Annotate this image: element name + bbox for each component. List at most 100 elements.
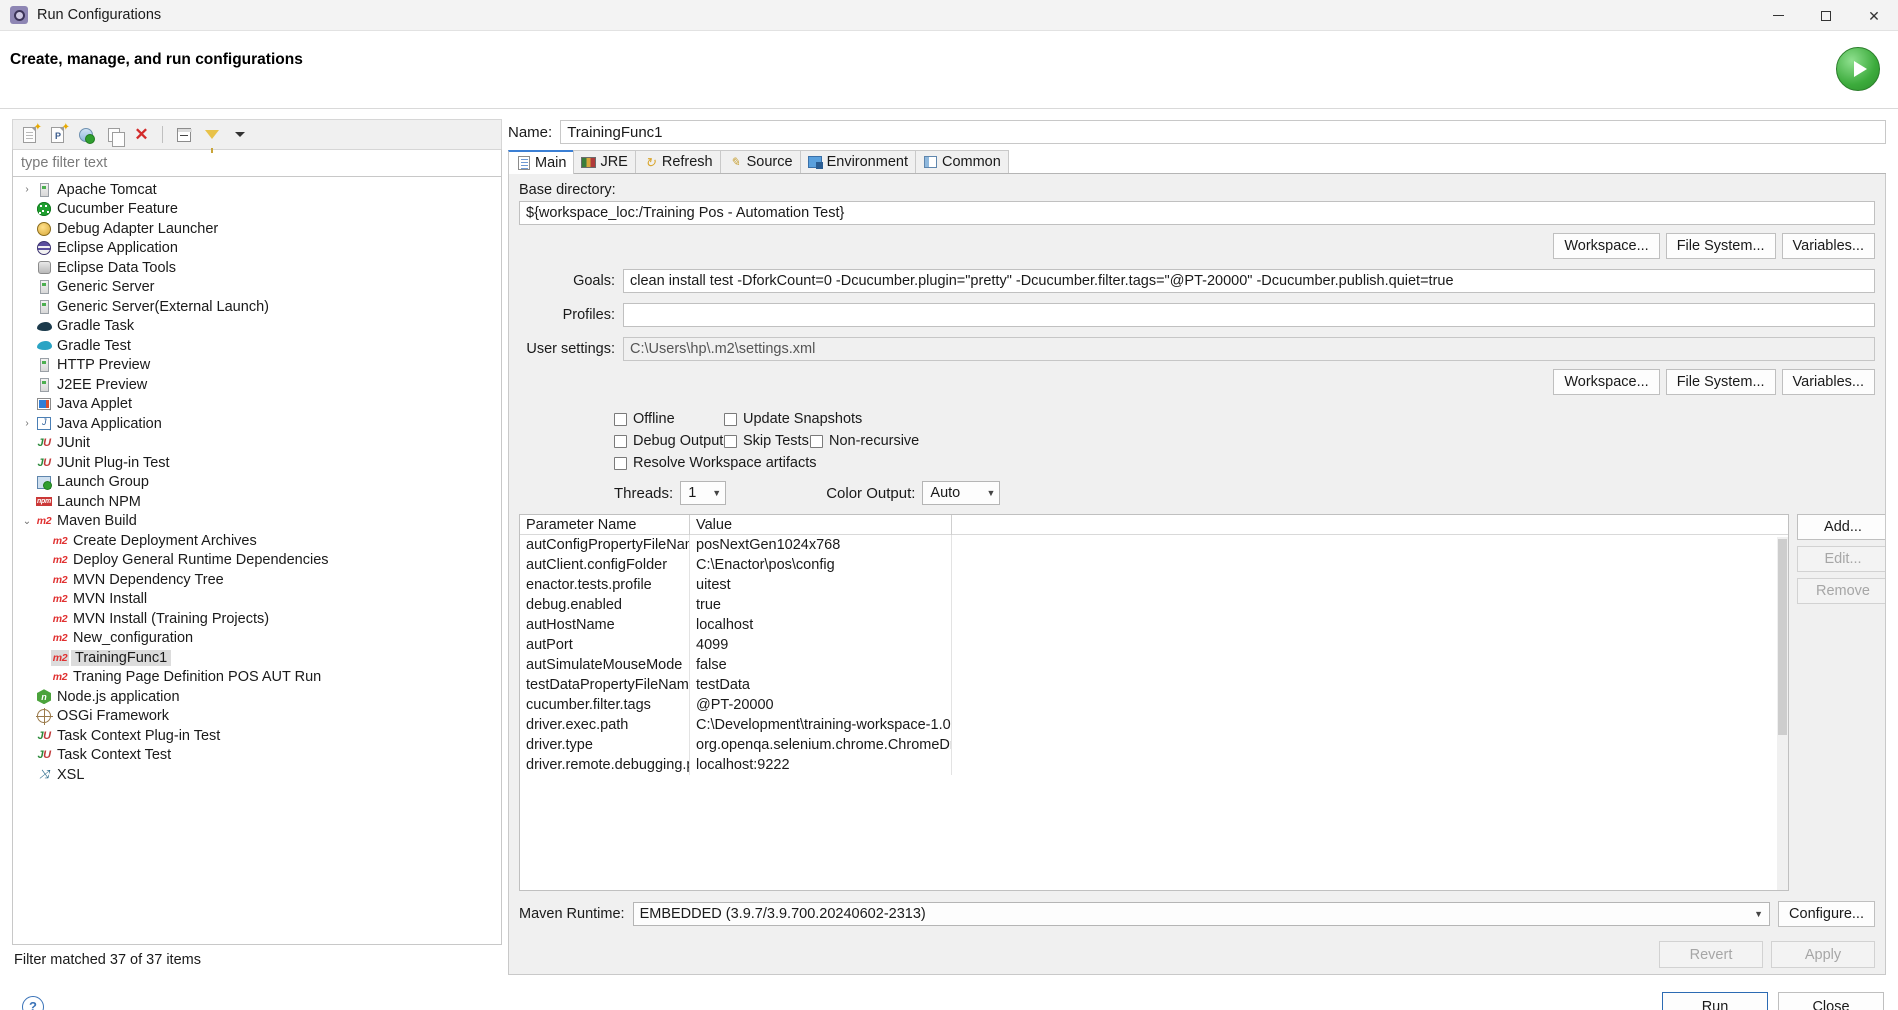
scrollbar-thumb[interactable] xyxy=(1778,539,1787,735)
table-row[interactable]: debug.enabled true xyxy=(520,595,1788,615)
color-output-combo[interactable]: Auto ▼ xyxy=(922,481,1001,505)
tree-item[interactable]: Debug Adapter Launcher xyxy=(13,219,501,239)
apply-button[interactable]: Apply xyxy=(1771,941,1875,968)
table-row[interactable]: autHostName localhost xyxy=(520,615,1788,635)
tree-item[interactable]: JU JUnit Plug-in Test xyxy=(13,453,501,473)
settings-workspace-button[interactable]: Workspace... xyxy=(1553,369,1660,395)
tree-item[interactable]: m2 MVN Dependency Tree xyxy=(13,570,501,590)
tree-item[interactable]: Eclipse Application xyxy=(13,239,501,259)
table-row[interactable]: testDataPropertyFileName testData xyxy=(520,675,1788,695)
minimize-button[interactable] xyxy=(1754,0,1802,31)
add-parameter-button[interactable]: Add... xyxy=(1797,514,1885,540)
tab-refresh[interactable]: ↻ Refresh xyxy=(634,150,721,173)
tree-item[interactable]: m2 MVN Install xyxy=(13,590,501,610)
tree-item[interactable]: npm Launch NPM xyxy=(13,492,501,512)
tree-item[interactable]: Launch Group xyxy=(13,473,501,493)
parameters-table[interactable]: Parameter Name Value autConfigPropertyFi… xyxy=(519,514,1789,891)
tree-item[interactable]: JU Task Context Test xyxy=(13,746,501,766)
tree-item[interactable]: m2 MVN Install (Training Projects) xyxy=(13,609,501,629)
resolve-workspace-artifacts-checkbox[interactable]: Resolve Workspace artifacts xyxy=(614,455,816,471)
base-directory-input[interactable]: ${workspace_loc:/Training Pos - Automati… xyxy=(519,201,1875,225)
update-snapshots-checkbox[interactable]: Update Snapshots xyxy=(724,411,862,427)
table-row[interactable]: driver.remote.debugging.p... localhost:92… xyxy=(520,755,1788,775)
tree-item[interactable]: JU JUnit xyxy=(13,434,501,454)
tree-item[interactable]: m2 Traning Page Definition POS AUT Run xyxy=(13,668,501,688)
tree-item[interactable]: Cucumber Feature xyxy=(13,200,501,220)
revert-button[interactable]: Revert xyxy=(1659,941,1763,968)
configurations-tree[interactable]: › Apache Tomcat Cucumber Feature Debug Adap… xyxy=(12,177,502,945)
java-application-icon xyxy=(35,416,53,432)
base-workspace-button[interactable]: Workspace... xyxy=(1553,233,1660,259)
tree-item[interactable]: m2 TrainingFunc1 xyxy=(13,648,501,668)
expand-arrow-icon[interactable]: › xyxy=(19,184,35,195)
tab-source[interactable]: ✎ Source xyxy=(719,150,801,173)
table-row[interactable]: autClient.configFolder C:\Enactor\pos\con… xyxy=(520,555,1788,575)
table-row[interactable]: driver.exec.path C:\Development\training-… xyxy=(520,715,1788,735)
duplicate-configuration-icon[interactable] xyxy=(103,124,125,147)
tree-item[interactable]: Eclipse Data Tools xyxy=(13,258,501,278)
threads-combo[interactable]: 1 ▼ xyxy=(680,481,727,505)
tree-item[interactable]: Java Applet xyxy=(13,395,501,415)
export-configuration-icon[interactable] xyxy=(75,124,96,145)
tree-item[interactable]: Generic Server xyxy=(13,278,501,298)
view-menu-caret-icon[interactable] xyxy=(229,124,250,145)
table-row[interactable]: enactor.tests.profile uitest xyxy=(520,575,1788,595)
filter-icon[interactable] xyxy=(201,124,222,153)
filter-input[interactable]: type filter text xyxy=(12,149,502,177)
tree-item[interactable]: J2EE Preview xyxy=(13,375,501,395)
help-icon[interactable]: ? xyxy=(22,995,44,1010)
settings-variables-button[interactable]: Variables... xyxy=(1781,369,1875,395)
tree-item[interactable]: Generic Server(External Launch) xyxy=(13,297,501,317)
tree-item[interactable]: OSGi Framework xyxy=(13,707,501,727)
edit-parameter-button[interactable]: Edit... xyxy=(1797,546,1885,572)
parameters-table-body[interactable]: autConfigPropertyFileNamesposNextGen1024… xyxy=(520,535,1788,890)
run-button[interactable]: Run xyxy=(1662,991,1768,1010)
tab-jre[interactable]: JRE xyxy=(573,150,636,173)
config-tab-bar[interactable]: Main JRE ↻ Refresh ✎ Source Environment Common xyxy=(508,150,1886,174)
parameters-scrollbar[interactable] xyxy=(1777,537,1788,890)
table-row[interactable]: autSimulateMouseMode false xyxy=(520,655,1788,675)
close-window-button[interactable]: ✕ xyxy=(1850,0,1898,31)
tree-item[interactable]: m2 Deploy General Runtime Dependencies xyxy=(13,551,501,571)
new-prototype-icon[interactable]: P ✦ xyxy=(47,123,70,145)
base-filesystem-button[interactable]: File System... xyxy=(1665,233,1776,259)
table-row[interactable]: cucumber.filter.tags @PT-20000 xyxy=(520,695,1788,715)
maximize-button[interactable] xyxy=(1802,0,1850,31)
base-variables-button[interactable]: Variables... xyxy=(1781,233,1875,259)
tab-common[interactable]: Common xyxy=(914,150,1009,173)
name-input[interactable]: TrainingFunc1 xyxy=(560,120,1886,144)
debug-output-checkbox[interactable]: Debug Output xyxy=(614,433,724,449)
tree-item[interactable]: › Apache Tomcat xyxy=(13,180,501,200)
table-row[interactable]: autConfigPropertyFileNamesposNextGen1024… xyxy=(520,535,1788,555)
skip-tests-checkbox[interactable]: Skip Tests xyxy=(724,433,810,449)
tree-item[interactable]: m2 Create Deployment Archives xyxy=(13,531,501,551)
tree-item[interactable]: JU Task Context Plug-in Test xyxy=(13,726,501,746)
tab-environment[interactable]: Environment xyxy=(799,150,916,173)
delete-configuration-icon[interactable]: ✕ xyxy=(131,124,152,145)
expand-arrow-icon[interactable]: › xyxy=(19,418,35,429)
tab-main[interactable]: Main xyxy=(508,150,575,174)
tree-item[interactable]: › Java Application xyxy=(13,414,501,434)
offline-checkbox[interactable]: Offline xyxy=(614,411,724,427)
table-row[interactable]: driver.type org.openqa.selenium.chrome.Ch… xyxy=(520,735,1788,755)
user-settings-input[interactable]: C:\Users\hp\.m2\settings.xml xyxy=(623,337,1875,361)
tree-item[interactable]: HTTP Preview xyxy=(13,356,501,376)
maven-runtime-combo[interactable]: EMBEDDED (3.9.7/3.9.700.20240602-2313) ▼ xyxy=(632,902,1771,926)
tree-item[interactable]: m2 New_configuration xyxy=(13,629,501,649)
tree-item[interactable]: Gradle Task xyxy=(13,317,501,337)
tree-item[interactable]: n Node.js application xyxy=(13,687,501,707)
new-configuration-icon[interactable]: ✦ xyxy=(19,123,42,145)
close-button[interactable]: Close xyxy=(1778,991,1884,1010)
table-row[interactable]: autPort 4099 xyxy=(520,635,1788,655)
tree-item[interactable]: Gradle Test xyxy=(13,336,501,356)
tree-item[interactable]: ⌄ m2 Maven Build xyxy=(13,512,501,532)
configure-runtime-button[interactable]: Configure... xyxy=(1778,901,1875,927)
expand-arrow-icon[interactable]: ⌄ xyxy=(19,516,35,527)
profiles-input[interactable] xyxy=(623,303,1875,327)
non-recursive-checkbox[interactable]: Non-recursive xyxy=(810,433,919,449)
collapse-all-icon[interactable] xyxy=(173,124,194,145)
remove-parameter-button[interactable]: Remove xyxy=(1797,578,1885,604)
goals-input[interactable]: clean install test -DforkCount=0 -Dcucum… xyxy=(623,269,1875,293)
settings-filesystem-button[interactable]: File System... xyxy=(1665,369,1776,395)
tree-item[interactable]: ⤨ XSL xyxy=(13,765,501,785)
